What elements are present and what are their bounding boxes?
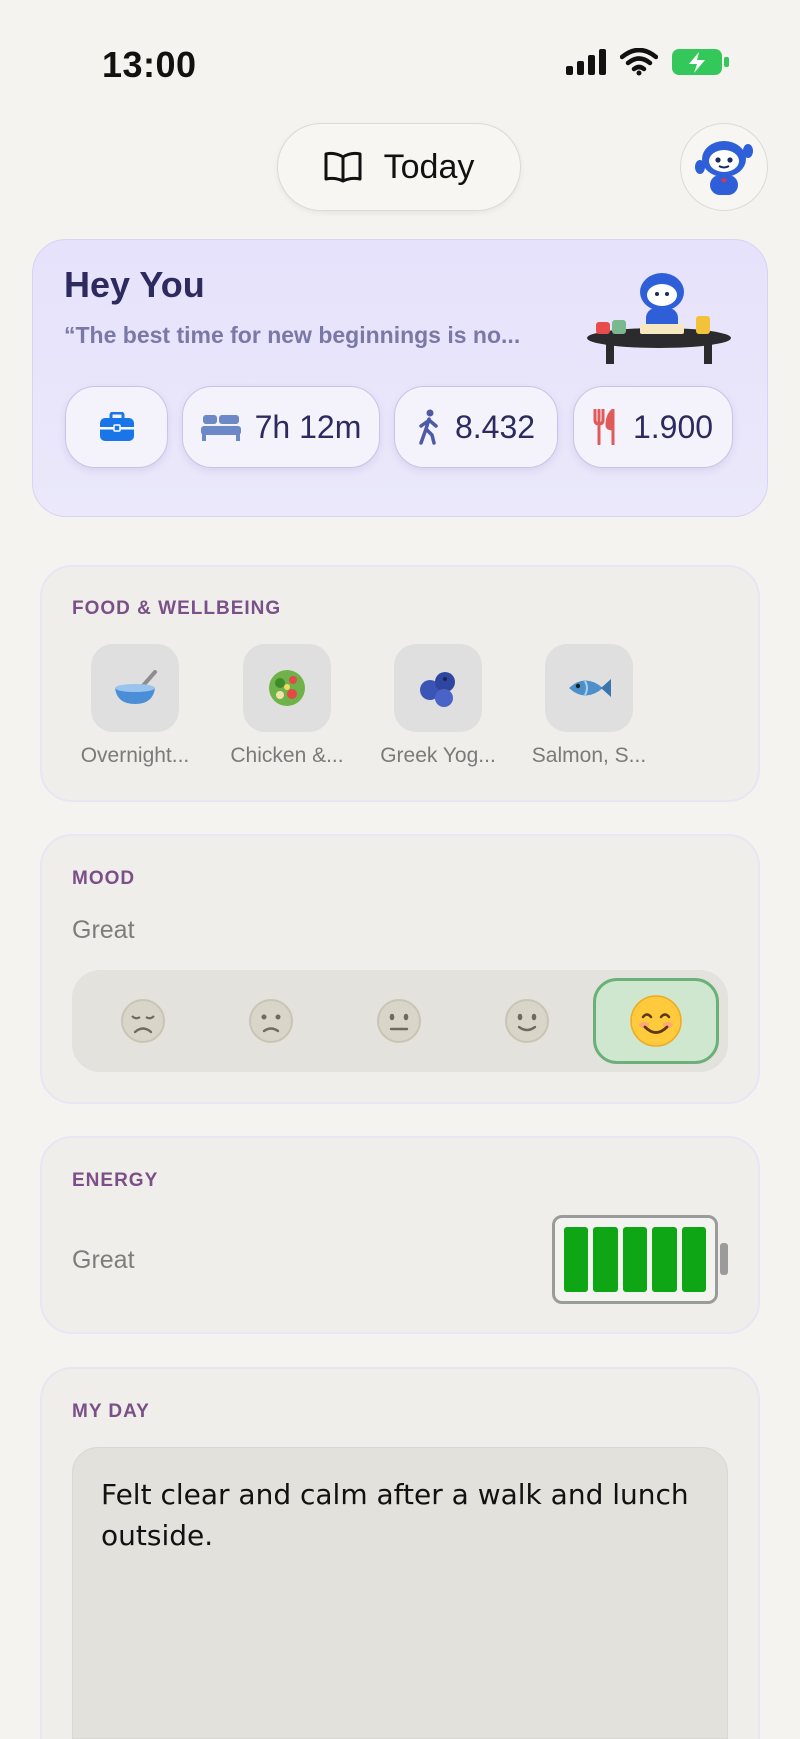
battery-charging-icon [672,49,729,75]
food-item-4[interactable] [545,644,633,732]
cellular-signal-icon [566,49,606,75]
mood-option-5-selected[interactable] [593,978,719,1064]
neutral-face-icon [377,999,421,1043]
energy-cell [593,1227,618,1292]
work-stat-button[interactable] [65,386,168,468]
slightly-smiling-face-icon [505,999,549,1043]
food-item-1[interactable] [91,644,179,732]
steps-value: 8.432 [454,408,536,445]
energy-cell [622,1227,648,1292]
mood-option-4[interactable] [497,991,557,1051]
food-section-label: FOOD & WELLBEING [72,598,282,619]
mood-option-2[interactable] [241,991,301,1051]
fish-icon [569,679,611,697]
steps-stat-button[interactable]: 8.432 [394,386,558,468]
salad-icon [269,670,305,706]
wifi-icon [620,48,658,76]
energy-cell [652,1227,677,1292]
bowl-icon [115,670,157,704]
food-item-2[interactable] [243,644,331,732]
fork-knife-icon [593,409,615,445]
food-item-1-label: Overnight... [80,744,190,767]
mood-section-label: MOOD [72,868,136,889]
energy-value: Great [72,1246,135,1274]
sleep-stat-button[interactable]: 7h 12m [182,386,380,468]
mood-option-1[interactable] [113,991,173,1051]
slightly-frowning-face-icon [249,999,293,1043]
profile-avatar-button[interactable] [680,123,768,211]
calories-value: 1.900 [632,408,714,445]
food-item-3-label: Greek Yog... [380,744,496,767]
bed-icon [200,415,241,441]
battery-tip [720,1243,728,1275]
mascot-desk-illustration [584,262,734,368]
book-icon [324,151,362,183]
my-day-section-label: MY DAY [72,1401,150,1422]
energy-section-label: ENERGY [72,1170,159,1191]
greeting-title: Hey You [64,264,205,305]
today-label: Today [383,147,475,186]
disappointed-face-icon [121,999,165,1043]
walking-person-icon [419,409,438,445]
my-day-text: Felt clear and calm after a walk and lun… [101,1478,689,1552]
mood-value: Great [72,916,135,944]
energy-cell [681,1227,707,1292]
calories-stat-button[interactable]: 1.900 [573,386,733,468]
energy-battery-gauge[interactable] [552,1215,718,1304]
sleep-value: 7h 12m [254,408,362,445]
food-item-3[interactable] [394,644,482,732]
smiling-face-icon [630,995,682,1047]
food-item-2-label: Chicken &... [230,744,344,767]
energy-cell [564,1227,589,1292]
status-time: 13:00 [102,44,197,85]
daily-quote: “The best time for new beginnings is no.… [64,322,521,348]
briefcase-icon [99,412,134,441]
status-icons [566,48,730,76]
today-button[interactable]: Today [277,123,521,211]
blueberries-icon [420,672,455,707]
robot-mascot-icon [695,141,753,195]
my-day-text-area[interactable]: Felt clear and calm after a walk and lun… [72,1447,728,1739]
food-item-4-label: Salmon, S... [531,744,647,767]
mood-option-3[interactable] [369,991,429,1051]
